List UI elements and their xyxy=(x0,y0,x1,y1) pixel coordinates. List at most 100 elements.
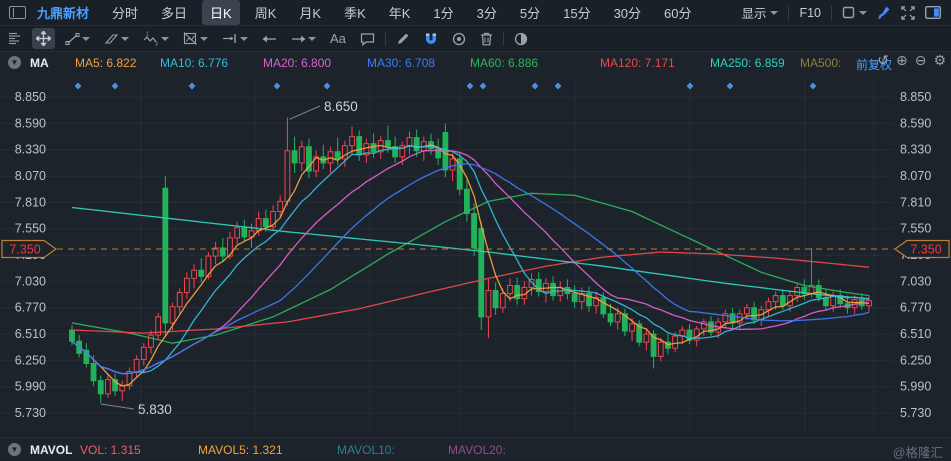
text-tool[interactable]: Aa xyxy=(326,28,350,49)
ma-value[interactable]: MA60: 6.886 xyxy=(470,56,538,70)
price-chart-pane: 8.850 8.850 8.590 8.590 8.330 8.330 8.070 8.070… xyxy=(0,52,951,437)
fullscreen-icon[interactable] xyxy=(901,6,915,20)
zoom-out-icon[interactable]: ⊖ xyxy=(915,53,927,69)
svg-text:7.810: 7.810 xyxy=(900,195,931,209)
undo-arrow-button[interactable] xyxy=(258,30,281,48)
period-tab[interactable]: 季K xyxy=(336,0,374,25)
svg-text:5.830: 5.830 xyxy=(138,402,172,417)
edit-pencil-button[interactable] xyxy=(392,29,414,49)
svg-text:8.650: 8.650 xyxy=(324,99,358,114)
pattern-stats-tool[interactable] xyxy=(179,28,212,49)
svg-text:6.510: 6.510 xyxy=(15,327,46,341)
indicator-lines-button[interactable] xyxy=(4,29,26,49)
f10-button[interactable]: F10 xyxy=(799,6,821,20)
magnet-tool-active[interactable] xyxy=(420,29,442,49)
watermark: @格隆汇 xyxy=(893,442,943,461)
period-tab[interactable]: 15分 xyxy=(555,0,598,25)
zoom-in-icon[interactable]: ⊕ xyxy=(896,53,908,69)
svg-text:5.730: 5.730 xyxy=(900,406,931,420)
svg-text:5.730: 5.730 xyxy=(15,406,46,420)
period-tab[interactable]: 30分 xyxy=(606,0,649,25)
ma-indicator-label[interactable]: MA xyxy=(30,56,49,70)
trend-line-tool[interactable] xyxy=(61,29,94,49)
period-tabs: 分时多日日K 周K月K 季K 年K1分 3分 5分 15分 30分 60分 xyxy=(104,0,707,25)
ma-row-tools: ↺ ⊕ ⊖ ⚙ xyxy=(877,53,946,69)
ma-value[interactable]: MA20: 6.800 xyxy=(263,56,331,70)
ma-value[interactable]: MA120: 7.171 xyxy=(600,56,675,70)
trash-button[interactable] xyxy=(476,29,497,49)
chart-style-dropdown[interactable] xyxy=(842,6,867,19)
mavol-value[interactable]: VOL: 1.315 xyxy=(80,443,141,457)
brush-icon[interactable] xyxy=(877,5,891,20)
channel-tool[interactable] xyxy=(100,29,133,49)
svg-text:7.350: 7.350 xyxy=(9,243,40,257)
svg-text:8.070: 8.070 xyxy=(15,169,46,183)
chevron-down-icon xyxy=(161,37,169,41)
panel-right-icon[interactable] xyxy=(925,6,941,19)
ma-value[interactable]: MA30: 6.708 xyxy=(367,56,435,70)
chevron-down-icon xyxy=(240,37,248,41)
svg-text:6.770: 6.770 xyxy=(15,301,46,315)
ma-indicator-row: ▼ MA MA5: 6.822 MA10: 6.776 MA20: 6.800 MA3… xyxy=(0,52,951,72)
collapse-mavol-icon[interactable]: ▼ xyxy=(8,443,21,456)
period-tab[interactable]: 60分 xyxy=(656,0,699,25)
svg-text:8.590: 8.590 xyxy=(15,116,46,130)
svg-text:5.990: 5.990 xyxy=(15,380,46,394)
mavol-value[interactable]: MAVOL5: 1.321 xyxy=(198,443,283,457)
undo-icon[interactable]: ↺ xyxy=(877,53,889,69)
volume-indicator-row: ▼ MAVOL VOL: 1.315 MAVOL5: 1.321 MAVOL10: M… xyxy=(0,437,951,459)
period-tab[interactable]: 日K xyxy=(202,0,240,25)
mavol-value[interactable]: MAVOL20: xyxy=(448,443,506,457)
period-tab[interactable]: 月K xyxy=(291,0,329,25)
elliott-wave-tool[interactable]: 13 xyxy=(139,28,173,49)
svg-text:8.330: 8.330 xyxy=(900,143,931,157)
move-tool-button[interactable] xyxy=(32,28,55,49)
svg-text:8.070: 8.070 xyxy=(900,169,931,183)
display-label: 显示 xyxy=(741,3,766,22)
collapse-ma-icon[interactable]: ▼ xyxy=(8,56,21,69)
svg-text:7.550: 7.550 xyxy=(900,222,931,236)
comment-tool[interactable] xyxy=(356,29,379,49)
topbar-right-controls: 显示 F10 xyxy=(741,3,951,22)
price-chart-canvas[interactable]: 8.850 8.850 8.590 8.590 8.330 8.330 8.070 8.070… xyxy=(0,52,951,437)
chevron-down-icon xyxy=(770,11,778,15)
target-tool[interactable] xyxy=(448,29,470,49)
svg-text:6.250: 6.250 xyxy=(900,353,931,367)
svg-text:8.590: 8.590 xyxy=(900,116,931,130)
svg-text:8.850: 8.850 xyxy=(15,90,46,104)
display-dropdown[interactable]: 显示 xyxy=(741,3,778,22)
ma-value[interactable]: MA5: 6.822 xyxy=(75,56,136,70)
svg-text:7.350: 7.350 xyxy=(910,243,941,257)
measure-tool[interactable] xyxy=(218,29,252,48)
candle-style-icon xyxy=(842,6,855,19)
ma-value[interactable]: MA250: 6.859 xyxy=(710,56,785,70)
period-tab[interactable]: 5分 xyxy=(512,0,548,25)
period-tab[interactable]: 周K xyxy=(247,0,285,25)
stock-name[interactable]: 九鼎新材 xyxy=(37,3,89,22)
svg-text:8.850: 8.850 xyxy=(900,90,931,104)
period-tab[interactable]: 多日 xyxy=(153,0,195,25)
panel-left-icon[interactable] xyxy=(9,6,26,19)
chevron-down-icon xyxy=(859,11,867,15)
divider xyxy=(831,6,832,20)
ma-value[interactable]: MA500: xyxy=(800,56,841,70)
redo-arrow-button[interactable] xyxy=(287,30,320,48)
mavol-value[interactable]: MAVOL10: xyxy=(337,443,395,457)
svg-text:3: 3 xyxy=(155,42,158,47)
contrast-toggle[interactable] xyxy=(510,29,532,49)
period-tab[interactable]: 分时 xyxy=(104,0,146,25)
mavol-indicator-label[interactable]: MAVOL xyxy=(30,443,72,457)
svg-text:7.030: 7.030 xyxy=(900,274,931,288)
chevron-down-icon xyxy=(82,37,90,41)
period-tab[interactable]: 3分 xyxy=(469,0,505,25)
chevron-down-icon xyxy=(200,37,208,41)
divider xyxy=(788,6,789,20)
svg-text:8.330: 8.330 xyxy=(15,143,46,157)
svg-text:6.250: 6.250 xyxy=(15,353,46,367)
period-tab[interactable]: 年K xyxy=(381,0,419,25)
chevron-down-icon xyxy=(121,37,129,41)
gear-icon[interactable]: ⚙ xyxy=(933,53,946,69)
period-tab[interactable]: 1分 xyxy=(425,0,461,25)
chevron-down-icon xyxy=(308,37,316,41)
ma-value[interactable]: MA10: 6.776 xyxy=(160,56,228,70)
